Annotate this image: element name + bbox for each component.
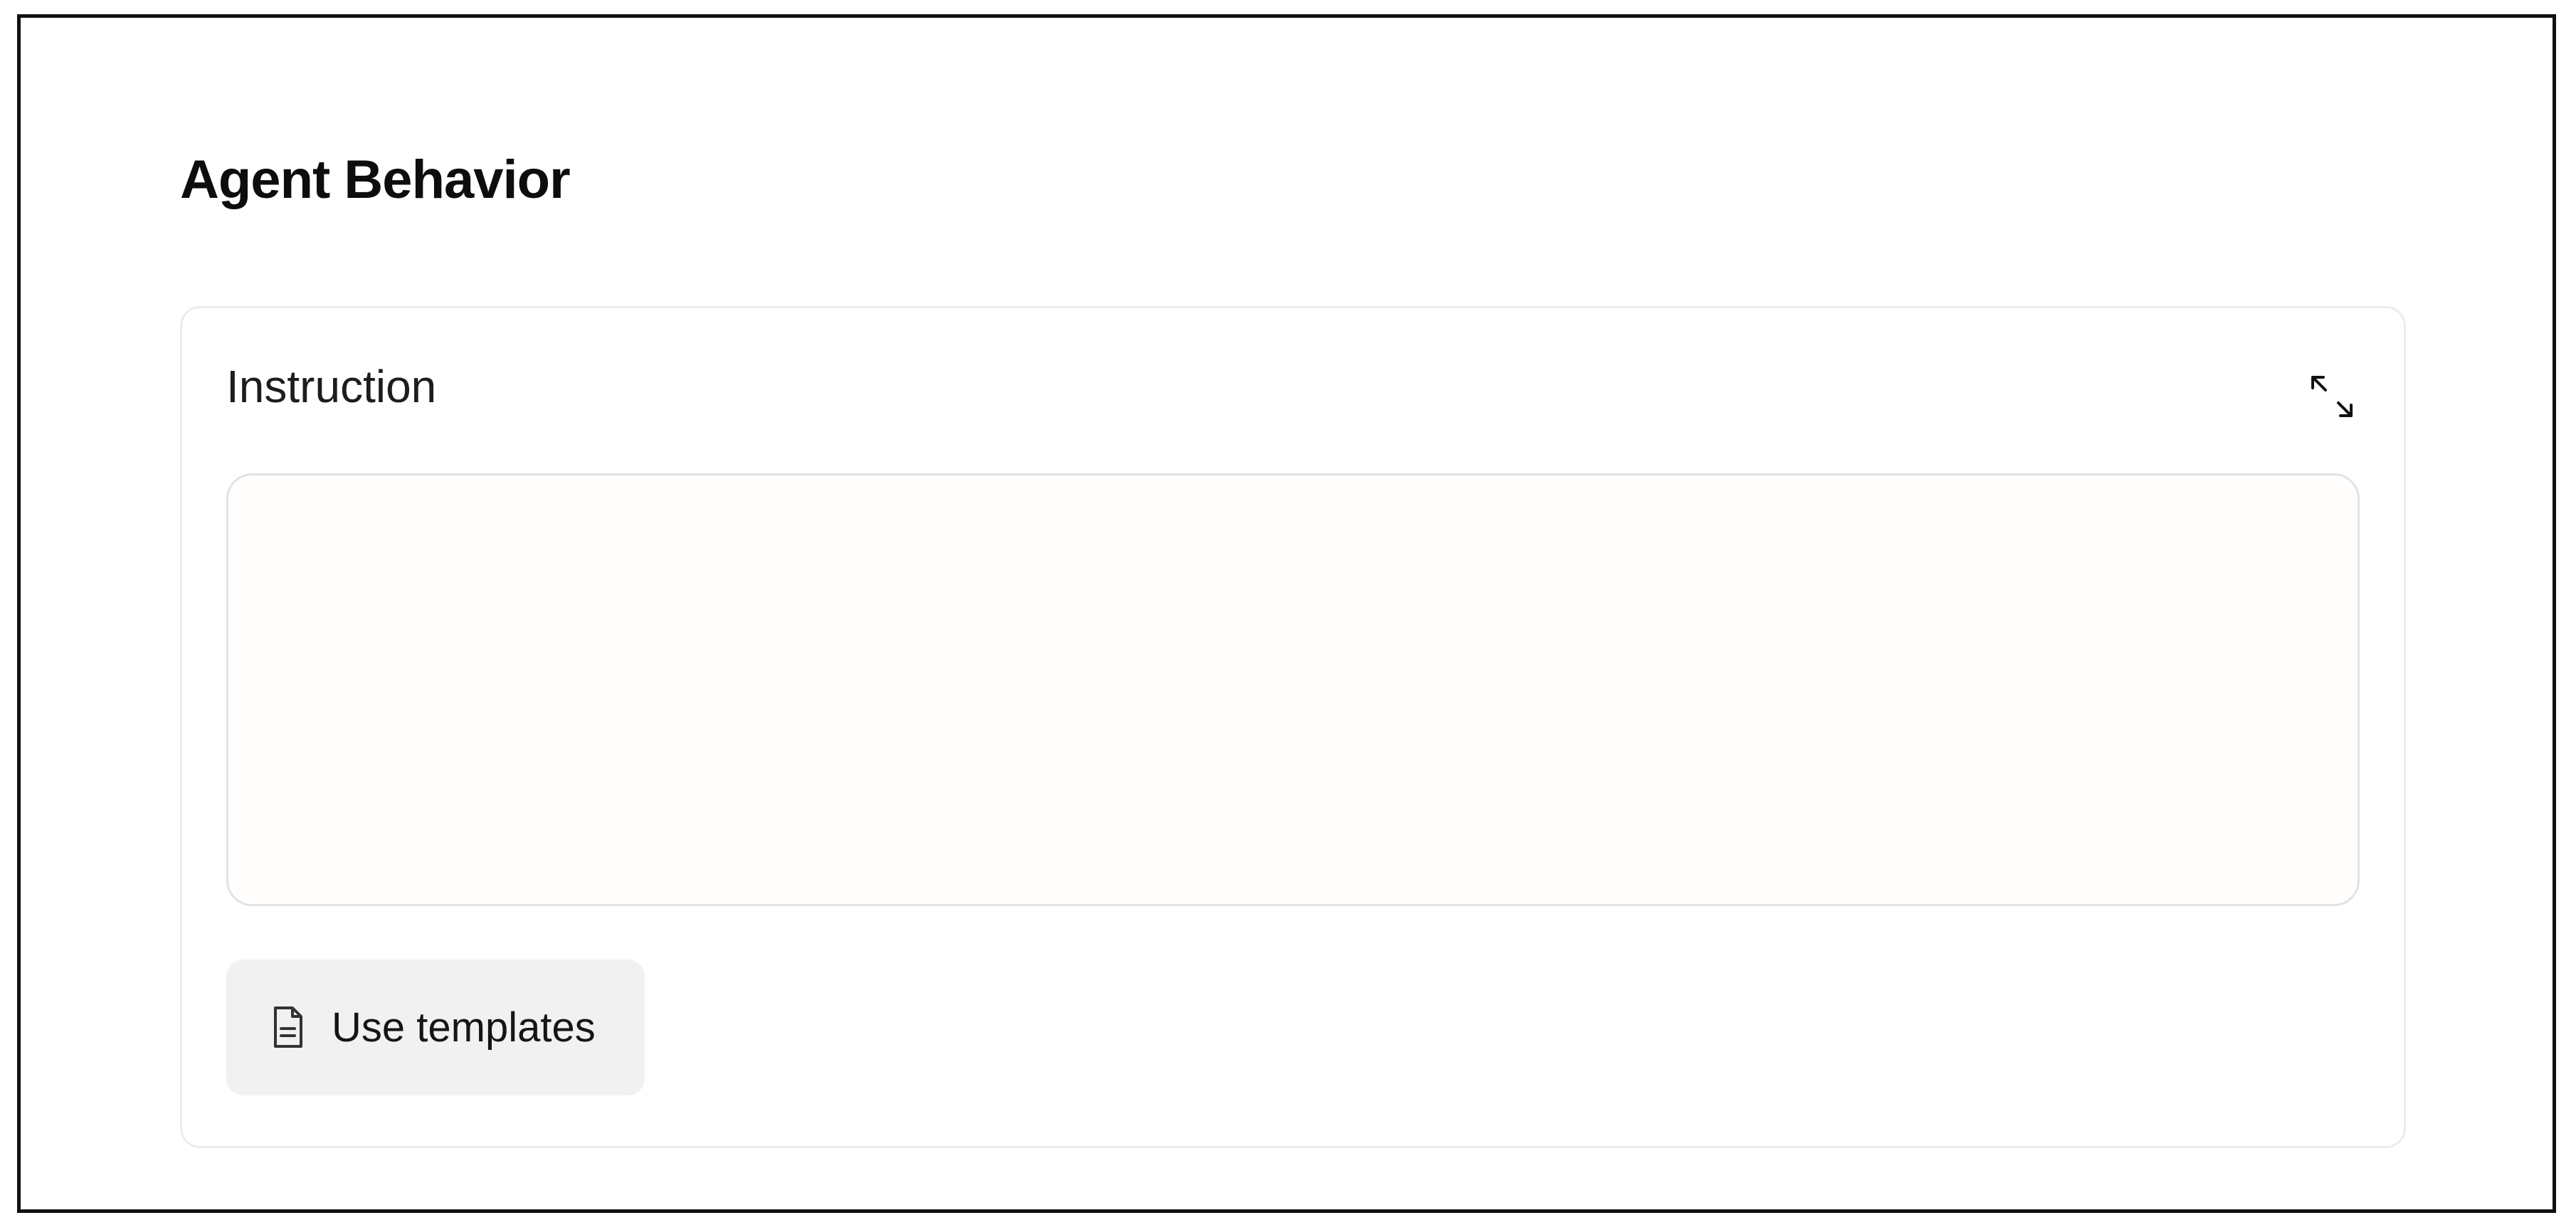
expand-instruction-button[interactable] [2304,369,2360,424]
agent-behavior-card: Instruction Use templates [180,306,2406,1148]
expand-arrows-icon [2311,376,2353,417]
instruction-textarea[interactable] [226,473,2360,906]
instruction-label: Instruction [226,361,437,412]
document-icon [270,1006,305,1050]
use-templates-button[interactable]: Use templates [226,960,645,1095]
use-templates-label: Use templates [332,1004,596,1051]
page-title: Agent Behavior [180,149,571,210]
screenshot-frame: Agent Behavior Instruction Use templates [17,14,2556,1213]
